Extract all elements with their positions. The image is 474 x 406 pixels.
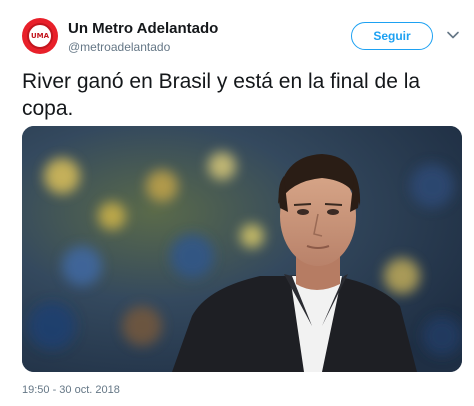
chevron-down-icon[interactable] xyxy=(446,28,460,42)
author-display-name[interactable]: Un Metro Adelantado xyxy=(68,20,218,37)
follow-button[interactable]: Seguir xyxy=(351,22,433,50)
avatar-text: UMA xyxy=(30,32,50,40)
avatar-logo: UMA xyxy=(27,23,53,49)
avatar[interactable]: UMA xyxy=(22,18,58,54)
tweet-photo[interactable] xyxy=(22,126,462,372)
author-handle[interactable]: @metroadelantado xyxy=(68,40,170,54)
tweet-text: River ganó en Brasil y está en la final … xyxy=(22,70,421,120)
tweet-timestamp[interactable]: 19:50 - 30 oct. 2018 xyxy=(22,384,120,396)
